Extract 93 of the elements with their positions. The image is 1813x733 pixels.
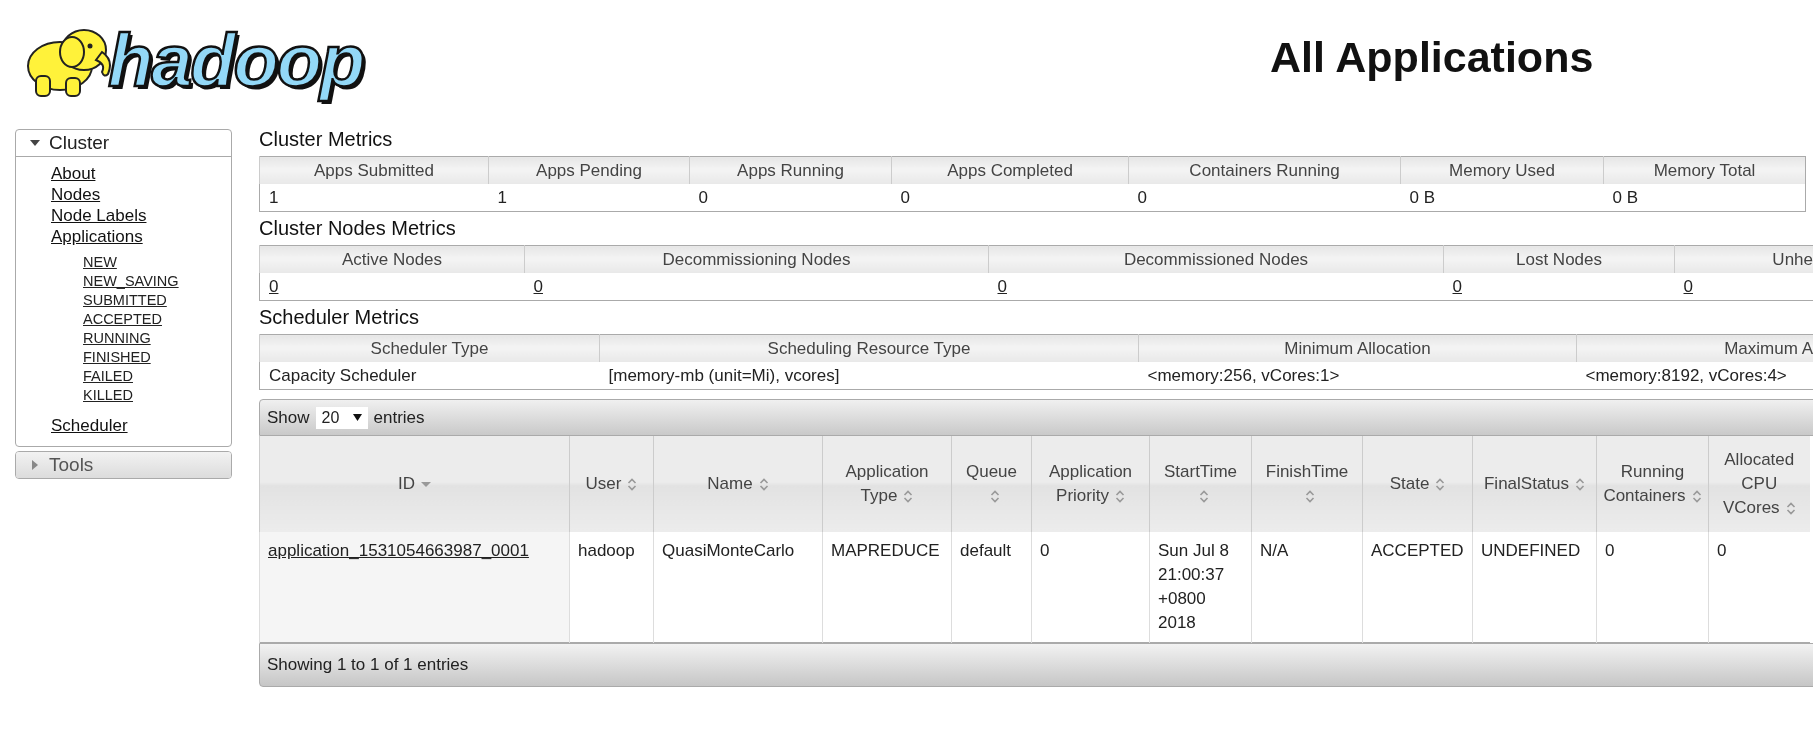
metric-value: <memory:8192, vCores:4>: [1585, 365, 1787, 385]
sort-icon[interactable]: [1198, 490, 1209, 503]
sort-icon[interactable]: [903, 490, 914, 503]
sort-icon[interactable]: [1305, 490, 1315, 503]
metric-value: [memory-mb (unit=Mi), vcores]: [608, 365, 840, 385]
column-header: Lost Nodes: [1443, 245, 1675, 273]
sidebar-sublink[interactable]: KILLED: [83, 386, 133, 405]
sidebar-link[interactable]: About: [51, 163, 96, 184]
metric-value: 0: [698, 187, 708, 207]
sort-icon[interactable]: [1691, 490, 1702, 503]
column-header: Scheduling Resource Type: [599, 334, 1139, 362]
column-header[interactable]: ID: [259, 436, 570, 532]
metric-link[interactable]: 0: [1452, 276, 1462, 296]
section-heading: Scheduler Metrics: [259, 305, 421, 330]
column-header[interactable]: Queue: [951, 436, 1032, 532]
column-header: Decommissioned Nodes: [988, 245, 1444, 273]
sidebar-sublink[interactable]: NEW_SAVING: [83, 272, 179, 291]
metric-value: Capacity Scheduler: [269, 365, 417, 385]
column-header: Unhe: [1674, 245, 1813, 273]
section-heading: Cluster Nodes Metrics: [259, 216, 457, 241]
sidebar-sublink[interactable]: RUNNING: [83, 329, 151, 348]
column-header[interactable]: FinalStatus: [1472, 436, 1597, 532]
table-cell: 0: [1717, 541, 1727, 560]
metric-link[interactable]: 0: [1683, 276, 1693, 296]
sidebar-sublink[interactable]: ACCEPTED: [83, 310, 162, 329]
sort-icon[interactable]: [1435, 478, 1446, 491]
column-header: Containers Running: [1128, 156, 1401, 184]
table-cell: default: [960, 541, 1012, 560]
column-header: Apps Pending: [488, 156, 690, 184]
metric-value: <memory:256, vCores:1>: [1147, 365, 1340, 385]
table-cell: UNDEFINED: [1481, 541, 1581, 560]
column-header: Apps Running: [689, 156, 892, 184]
column-header: Apps Completed: [891, 156, 1129, 184]
section-heading: Cluster Metrics: [259, 127, 394, 152]
column-header[interactable]: Running Containers: [1596, 436, 1709, 532]
sidebar-sublink[interactable]: FINISHED: [83, 348, 151, 367]
column-header: Apps Submitted: [259, 156, 489, 184]
page-size-select[interactable]: 20: [315, 406, 368, 429]
sidebar-sublink[interactable]: SUBMITTED: [83, 291, 167, 310]
table-cell: Sun Jul 8 21:00:37 +0800 2018: [1158, 541, 1229, 632]
table-cell: ACCEPTED: [1371, 541, 1464, 560]
column-header[interactable]: User: [569, 436, 654, 532]
sort-icon[interactable]: [989, 490, 1000, 503]
table-cell: 0: [1605, 541, 1615, 560]
collapsed-triangle-icon: [30, 460, 40, 470]
metric-link[interactable]: 0: [997, 276, 1007, 296]
column-header: Memory Used: [1400, 156, 1604, 184]
table-cell: MAPREDUCE: [831, 541, 940, 560]
column-header: Memory Total: [1603, 156, 1806, 184]
column-header[interactable]: Allocated CPU VCores: [1708, 436, 1810, 532]
column-header[interactable]: Name: [653, 436, 823, 532]
caret-icon: [352, 414, 362, 421]
metric-value: 1: [269, 187, 279, 207]
expanded-triangle-icon: [30, 138, 40, 148]
table-cell: 0: [1040, 541, 1050, 560]
column-header: Active Nodes: [259, 245, 525, 273]
page-title: All Applications: [1270, 32, 1594, 82]
application-id-link[interactable]: application_1531054663987_0001: [268, 541, 529, 560]
sidebar-sublink[interactable]: FAILED: [83, 367, 133, 386]
table-cell: N/A: [1260, 541, 1289, 560]
metric-value: 0: [1137, 187, 1147, 207]
sort-icon[interactable]: [1114, 490, 1125, 503]
column-header[interactable]: Application Type: [822, 436, 952, 532]
column-header: Maximum A: [1576, 334, 1813, 362]
sidebar-section-header[interactable]: Cluster: [16, 130, 231, 157]
table-cell: QuasiMonteCarlo: [662, 541, 795, 560]
sidebar-sublink[interactable]: NEW: [83, 253, 117, 272]
metric-value: 0: [900, 187, 910, 207]
entries-info: Showing 1 to 1 of 1 entries: [267, 655, 469, 675]
metric-value: 1: [497, 187, 507, 207]
column-header[interactable]: StartTime: [1149, 436, 1252, 532]
sort-icon[interactable]: [758, 478, 769, 491]
entries-label: entries: [373, 407, 425, 428]
sidebar-link[interactable]: Scheduler: [51, 415, 128, 436]
sidebar-section-header[interactable]: Tools: [16, 452, 231, 478]
metric-value: 0 B: [1612, 187, 1639, 207]
column-header[interactable]: FinishTime: [1251, 436, 1363, 532]
column-header: Minimum Allocation: [1138, 334, 1577, 362]
table-cell: hadoop: [578, 541, 635, 560]
sidebar-link[interactable]: Nodes: [51, 184, 101, 205]
sort-icon[interactable]: [627, 478, 638, 491]
metric-link[interactable]: 0: [533, 276, 543, 296]
metric-link[interactable]: 0: [269, 276, 279, 296]
metric-value: 0 B: [1409, 187, 1436, 207]
column-header[interactable]: State: [1362, 436, 1473, 532]
sidebar-link[interactable]: Node Labels: [51, 205, 147, 226]
column-header: Decommissioning Nodes: [524, 245, 989, 273]
show-label: Show: [267, 407, 310, 428]
column-header[interactable]: Application Priority: [1031, 436, 1150, 532]
sort-icon[interactable]: [1575, 478, 1585, 491]
column-header: Scheduler Type: [259, 334, 600, 362]
sort-icon[interactable]: [1785, 502, 1796, 515]
sidebar-link[interactable]: Applications: [51, 226, 143, 247]
